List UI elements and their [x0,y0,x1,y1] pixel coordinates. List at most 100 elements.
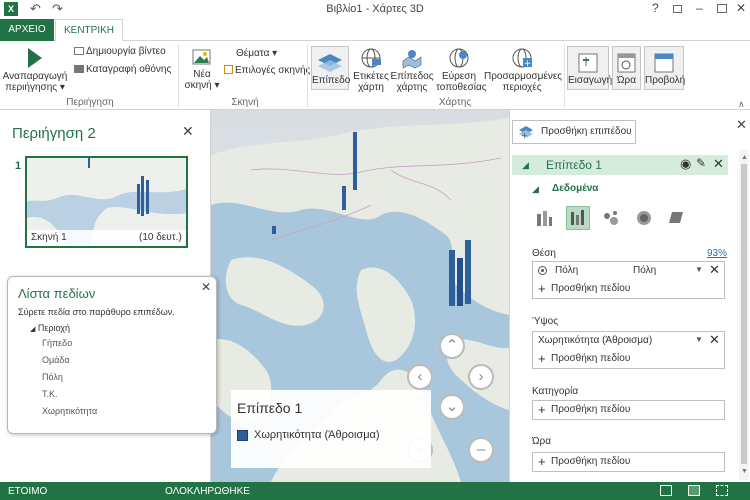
time-field-box: Προσθήκη πεδίου [532,452,725,472]
create-video-button[interactable]: Δημιουργία βίντεο [74,46,166,57]
collapse-triangle-icon[interactable]: ◢ [532,184,539,195]
new-scene-button[interactable]: Νέα σκηνή ▾ [184,47,220,91]
region-icon[interactable] [666,208,686,228]
chevron-up-icon: ⌃ [445,337,459,354]
flat-map-icon [402,50,422,69]
capture-screen-button[interactable]: Καταγραφή οθόνης [74,64,171,75]
location-field-row[interactable]: Πόλη Πόλη ▼ ✕ [533,262,724,280]
play-tour-label2: περιήγησης ▾ [5,82,65,93]
field-item[interactable]: Γήπεδο [42,338,72,348]
close-field-list-icon[interactable]: ✕ [201,280,211,294]
scene-options-label: Επιλογές σκηνής [235,65,311,76]
play-icon [28,48,42,68]
add-category-field-button[interactable]: Προσθήκη πεδίου [533,401,724,419]
fullscreen-icon[interactable] [716,485,728,496]
add-layer-button[interactable]: + Προσθήκη επιπέδου [512,120,636,144]
time-button[interactable]: Ώρα [612,46,641,90]
svg-text:+: + [524,59,532,69]
tilt-up-button[interactable]: ⌃ [439,333,465,359]
map-canvas[interactable]: ⌃ ‹ › ⌄ + – Επίπεδο 1 Χωρητικότητα (Άθρο… [211,110,509,482]
themes-button[interactable]: Θέματα ▾ [236,48,277,59]
layer-pane: + Προσθήκη επιπέδου ✕ ◢ Επίπεδο 1 ◉ ✎ ✕ … [509,110,750,482]
field-item[interactable]: Ομάδα [42,355,70,365]
insert-button[interactable]: Εισαγωγή [567,46,612,90]
delete-layer-icon[interactable]: ✕ [713,156,724,172]
tab-file[interactable]: ΑΡΧΕΙΟ [0,19,54,41]
location-field-box: Πόλη Πόλη ▼ ✕ Προσθήκη πεδίου [532,261,725,299]
custom-regions-label: Προσαρμοσμένες [484,71,563,82]
play-tour-button[interactable]: Αναπαραγωγή περιήγησης ▾ [2,47,68,93]
play-tour-label: Αναπαραγωγή [2,71,68,82]
scene-thumbnail[interactable]: Σκηνή 1 (10 δευτ.) [25,156,188,248]
find-location-button[interactable]: Εύρεση τοποθεσίας [436,47,487,93]
window-title: Βιβλίο1 - Χάρτες 3D [326,3,424,15]
height-field-name: Χωρητικότητα (Άθροισμα) [538,335,653,346]
dropdown-arrow-icon[interactable]: ▼ [695,335,703,344]
stacked-column-icon[interactable] [534,208,554,228]
scrollbar-thumb[interactable] [741,164,747,464]
collapse-triangle-icon: ◢ [30,326,36,333]
heatmap-icon[interactable] [634,208,654,228]
picture-icon[interactable] [660,485,672,496]
capacity-bar [465,240,471,304]
status-completed: ΟΛΟΚΛΗΡΩΘΗΚΕ [165,486,250,497]
time-field-label: Ώρα [532,436,551,447]
maximize-icon[interactable] [717,4,727,13]
clustered-column-button[interactable] [566,206,590,230]
scroll-up-icon[interactable]: ▲ [741,154,748,161]
eye-icon[interactable]: ◉ [680,156,691,172]
height-label: Ύψος [532,316,559,327]
help-icon[interactable]: ? [652,1,659,15]
scene-options-button[interactable]: Επιλογές σκηνής [224,65,310,76]
field-list-popup: Λίστα πεδίων ✕ Σύρετε πεδία στο παράθυρο… [7,276,217,434]
rotate-right-button[interactable]: › [468,364,494,390]
view-label: Προβολή [645,75,686,86]
field-item[interactable]: Τ.Κ. [42,389,58,399]
close-layer-pane-icon[interactable]: ✕ [736,117,747,133]
add-time-field-button[interactable]: Προσθήκη πεδίου [533,453,724,471]
field-item[interactable]: Χωρητικότητα [42,406,97,416]
collapse-triangle-icon[interactable]: ◢ [522,160,529,171]
add-location-field-button[interactable]: Προσθήκη πεδίου [533,280,724,298]
remove-field-icon[interactable]: ✕ [709,262,720,278]
flat-map-button[interactable]: Επίπεδος χάρτης [390,47,434,93]
minimize-icon[interactable]: – [696,1,703,15]
zoom-out-button[interactable]: – [468,437,494,463]
group-tour-label: Περιήγηση [66,97,114,108]
title-bar: X ↶ ↷ Βιβλίο1 - Χάρτες 3D ? – ✕ [0,0,750,19]
tab-home[interactable]: ΚΕΝΤΡΙΚΗ [55,19,123,42]
category-label: Κατηγορία [532,386,579,397]
custom-regions-button[interactable]: + Προσαρμοσμένες περιοχές [484,47,563,93]
view-button[interactable]: Προβολή [644,46,686,90]
bubble-icon[interactable] [601,208,621,228]
view-icon [654,53,674,73]
field-table[interactable]: ◢ Περιοχή [30,323,70,333]
scene-caption: Σκηνή 1 (10 δευτ.) [27,230,186,246]
radio-dot [541,269,544,272]
map-labels-button[interactable]: Ετικέτες χάρτη [350,47,392,93]
location-type-select[interactable]: Πόλη [633,265,656,276]
collapse-ribbon-icon[interactable]: ∧ [738,99,745,110]
height-field-box: Χωρητικότητα (Άθροισμα) ▼ ✕ Προσθήκη πεδ… [532,331,725,369]
layer-view-icon[interactable] [688,485,700,496]
ribbon: Αναπαραγωγή περιήγησης ▾ Δημιουργία βίντ… [0,41,750,110]
tilt-down-button[interactable]: ⌄ [439,394,465,420]
insert-icon [578,53,598,73]
rotate-left-button[interactable]: ‹ [407,364,433,390]
map-legend[interactable]: Επίπεδο 1 Χωρητικότητα (Άθροισμα) [231,390,431,468]
location-confidence-link[interactable]: 93% [707,248,727,259]
layer-pane-scrollbar[interactable]: ▲ ▼ [739,150,749,480]
layer-header[interactable]: ◢ Επίπεδο 1 ◉ ✎ ✕ [512,155,728,175]
close-tour-icon[interactable]: ✕ [182,123,194,140]
remove-field-icon[interactable]: ✕ [709,332,720,348]
pencil-icon[interactable]: ✎ [696,156,706,170]
close-icon[interactable]: ✕ [736,1,746,15]
scroll-down-icon[interactable]: ▼ [741,468,748,475]
field-item[interactable]: Πόλη [42,372,63,382]
chevron-down-icon: ⌄ [445,398,459,415]
height-field-row[interactable]: Χωρητικότητα (Άθροισμα) ▼ ✕ [533,332,724,350]
dropdown-arrow-icon[interactable]: ▼ [695,265,703,274]
layer-pane-button[interactable]: Επίπεδο [311,46,350,90]
add-height-field-button[interactable]: Προσθήκη πεδίου [533,350,724,368]
restore-icon[interactable] [673,5,682,13]
